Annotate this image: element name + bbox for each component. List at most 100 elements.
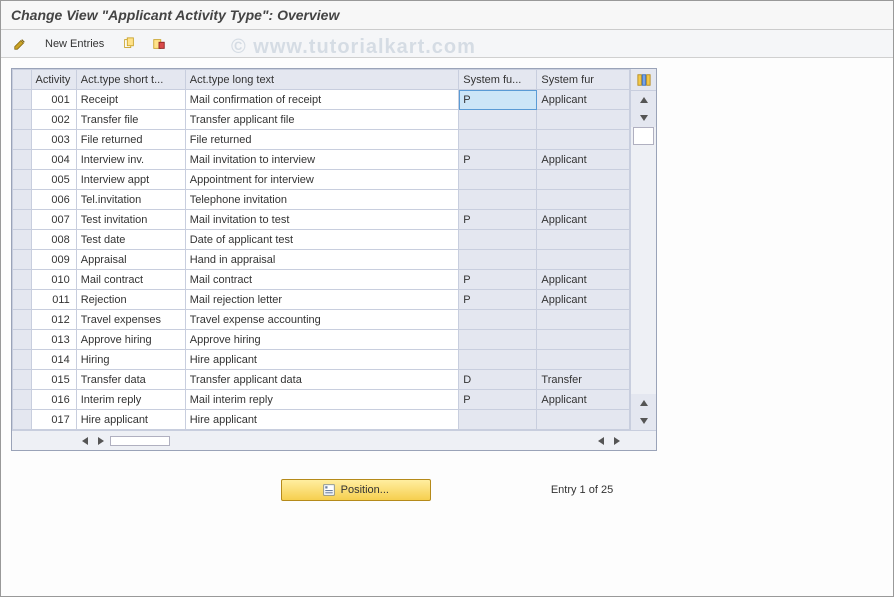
row-selector[interactable] — [13, 370, 32, 390]
cell-long[interactable]: Approve hiring — [185, 330, 459, 350]
configure-columns-icon[interactable] — [631, 69, 656, 91]
cell-short[interactable]: Interview appt — [76, 170, 185, 190]
cell-sf2[interactable] — [537, 410, 630, 430]
cell-sf2[interactable] — [537, 190, 630, 210]
col-select[interactable] — [13, 70, 32, 90]
position-button[interactable]: Position... — [281, 479, 431, 501]
cell-sf1[interactable]: P — [459, 390, 537, 410]
col-short[interactable]: Act.type short t... — [76, 70, 185, 90]
cell-activity[interactable]: 003 — [31, 130, 76, 150]
scroll-up-icon[interactable] — [631, 91, 656, 109]
cell-sf1[interactable]: P — [459, 270, 537, 290]
cell-long[interactable]: Mail contract — [185, 270, 459, 290]
cell-sf2[interactable] — [537, 230, 630, 250]
cell-sf1[interactable] — [459, 250, 537, 270]
cell-sf1[interactable]: D — [459, 370, 537, 390]
hscroll-track-left[interactable] — [110, 436, 170, 446]
cell-sf1[interactable] — [459, 130, 537, 150]
cell-sf2[interactable]: Applicant — [537, 210, 630, 230]
cell-sf1[interactable] — [459, 190, 537, 210]
cell-short[interactable]: Interim reply — [76, 390, 185, 410]
cell-sf1[interactable]: P — [459, 90, 537, 110]
cell-short[interactable]: Interview inv. — [76, 150, 185, 170]
cell-activity[interactable]: 016 — [31, 390, 76, 410]
hscroll-right2-icon[interactable] — [610, 434, 624, 448]
delete-icon[interactable] — [148, 34, 170, 54]
col-long[interactable]: Act.type long text — [185, 70, 459, 90]
cell-short[interactable]: Mail contract — [76, 270, 185, 290]
cell-short[interactable]: Transfer data — [76, 370, 185, 390]
row-selector[interactable] — [13, 350, 32, 370]
cell-sf2[interactable]: Applicant — [537, 270, 630, 290]
cell-activity[interactable]: 014 — [31, 350, 76, 370]
row-selector[interactable] — [13, 230, 32, 250]
col-activity[interactable]: Activity — [31, 70, 76, 90]
cell-long[interactable]: Hand in appraisal — [185, 250, 459, 270]
row-selector[interactable] — [13, 270, 32, 290]
cell-sf1[interactable] — [459, 310, 537, 330]
cell-sf2[interactable]: Applicant — [537, 390, 630, 410]
cell-sf2[interactable]: Applicant — [537, 150, 630, 170]
cell-long[interactable]: Mail rejection letter — [185, 290, 459, 310]
cell-activity[interactable]: 008 — [31, 230, 76, 250]
cell-sf1[interactable]: P — [459, 210, 537, 230]
cell-long[interactable]: Mail invitation to interview — [185, 150, 459, 170]
cell-sf1[interactable] — [459, 110, 537, 130]
cell-sf1[interactable] — [459, 330, 537, 350]
row-selector[interactable] — [13, 210, 32, 230]
cell-long[interactable]: Telephone invitation — [185, 190, 459, 210]
cell-sf1[interactable]: P — [459, 290, 537, 310]
cell-long[interactable]: Mail invitation to test — [185, 210, 459, 230]
row-selector[interactable] — [13, 170, 32, 190]
cell-activity[interactable]: 011 — [31, 290, 76, 310]
cell-sf2[interactable] — [537, 310, 630, 330]
cell-activity[interactable]: 006 — [31, 190, 76, 210]
cell-short[interactable]: Hire applicant — [76, 410, 185, 430]
cell-short[interactable]: Transfer file — [76, 110, 185, 130]
row-selector[interactable] — [13, 130, 32, 150]
col-sf2[interactable]: System fur — [537, 70, 630, 90]
cell-long[interactable]: Appointment for interview — [185, 170, 459, 190]
cell-sf1[interactable] — [459, 230, 537, 250]
row-selector[interactable] — [13, 410, 32, 430]
cell-activity[interactable]: 005 — [31, 170, 76, 190]
cell-activity[interactable]: 002 — [31, 110, 76, 130]
cell-activity[interactable]: 010 — [31, 270, 76, 290]
scroll-up2-icon[interactable] — [631, 394, 656, 412]
cell-short[interactable]: Receipt — [76, 90, 185, 110]
cell-activity[interactable]: 015 — [31, 370, 76, 390]
cell-sf2[interactable]: Applicant — [537, 290, 630, 310]
row-selector[interactable] — [13, 390, 32, 410]
col-sf1[interactable]: System fu... — [459, 70, 537, 90]
cell-short[interactable]: Test date — [76, 230, 185, 250]
cell-long[interactable]: Transfer applicant file — [185, 110, 459, 130]
cell-sf2[interactable] — [537, 110, 630, 130]
cell-long[interactable]: Hire applicant — [185, 410, 459, 430]
cell-sf1[interactable] — [459, 170, 537, 190]
cell-long[interactable]: Date of applicant test — [185, 230, 459, 250]
scroll-down-icon[interactable] — [631, 109, 656, 127]
cell-short[interactable]: Rejection — [76, 290, 185, 310]
new-entries-button[interactable]: New Entries — [39, 36, 110, 52]
copy-icon[interactable] — [118, 34, 140, 54]
cell-sf1[interactable] — [459, 350, 537, 370]
cell-sf2[interactable] — [537, 250, 630, 270]
row-selector[interactable] — [13, 190, 32, 210]
row-selector[interactable] — [13, 90, 32, 110]
cell-activity[interactable]: 017 — [31, 410, 76, 430]
cell-short[interactable]: Tel.invitation — [76, 190, 185, 210]
hscroll-right-icon[interactable] — [94, 434, 108, 448]
cell-activity[interactable]: 001 — [31, 90, 76, 110]
row-selector[interactable] — [13, 250, 32, 270]
row-selector[interactable] — [13, 110, 32, 130]
cell-sf2[interactable] — [537, 170, 630, 190]
hscroll-left2-icon[interactable] — [594, 434, 608, 448]
cell-sf2[interactable]: Transfer — [537, 370, 630, 390]
cell-activity[interactable]: 007 — [31, 210, 76, 230]
cell-activity[interactable]: 004 — [31, 150, 76, 170]
cell-sf1[interactable]: P — [459, 150, 537, 170]
cell-sf2[interactable] — [537, 350, 630, 370]
cell-short[interactable]: Appraisal — [76, 250, 185, 270]
cell-long[interactable]: Mail interim reply — [185, 390, 459, 410]
cell-short[interactable]: File returned — [76, 130, 185, 150]
